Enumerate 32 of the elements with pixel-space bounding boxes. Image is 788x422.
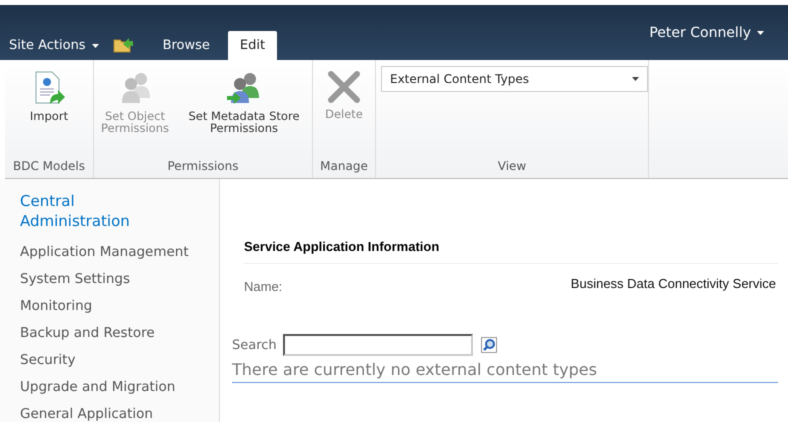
dropdown-value: External Content Types <box>390 72 529 86</box>
nav-link[interactable]: Backup and Restore <box>20 320 219 347</box>
empty-message: There are currently no external content types <box>232 360 778 383</box>
search-label: Search <box>232 338 277 352</box>
ribbon-tab[interactable]: Browse <box>150 32 222 60</box>
nav-link[interactable]: General Application <box>20 401 219 422</box>
nav-link[interactable]: Security <box>20 347 219 374</box>
group-label: Manage <box>319 158 369 175</box>
search-field[interactable] <box>282 334 473 356</box>
nav-link[interactable]: Upgrade and Migration <box>20 374 219 401</box>
people-arrow-icon <box>226 70 262 106</box>
field-label: Name: <box>244 279 282 294</box>
search-icon[interactable] <box>480 337 497 353</box>
nav-link[interactable]: Application Management <box>20 239 219 266</box>
ribbon-button[interactable]: Set Metadata Store Permissions <box>176 66 312 138</box>
caret-icon <box>632 77 639 81</box>
caret-icon[interactable] <box>92 44 99 48</box>
nav-link[interactable]: Monitoring <box>20 293 219 320</box>
group-label: BDC Models <box>12 158 86 175</box>
delete-icon <box>327 70 361 104</box>
caret-icon[interactable] <box>757 31 764 35</box>
view-dropdown[interactable]: External Content Types <box>381 66 648 92</box>
field-value: Business Data Connectivity Service <box>570 276 776 293</box>
group-label: Permissions <box>166 158 240 175</box>
ribbon-tab[interactable]: Edit <box>228 31 278 60</box>
section-title: Service Application Information <box>244 239 778 264</box>
user-menu[interactable]: Peter Connelly <box>649 25 751 41</box>
site-actions-menu[interactable]: Site Actions <box>5 38 90 60</box>
ribbon-button[interactable]: Import <box>5 66 93 126</box>
nav-link[interactable]: System Settings <box>20 266 219 293</box>
nav-title-link[interactable]: Central Administration <box>20 191 160 231</box>
group-label: View <box>496 158 528 175</box>
